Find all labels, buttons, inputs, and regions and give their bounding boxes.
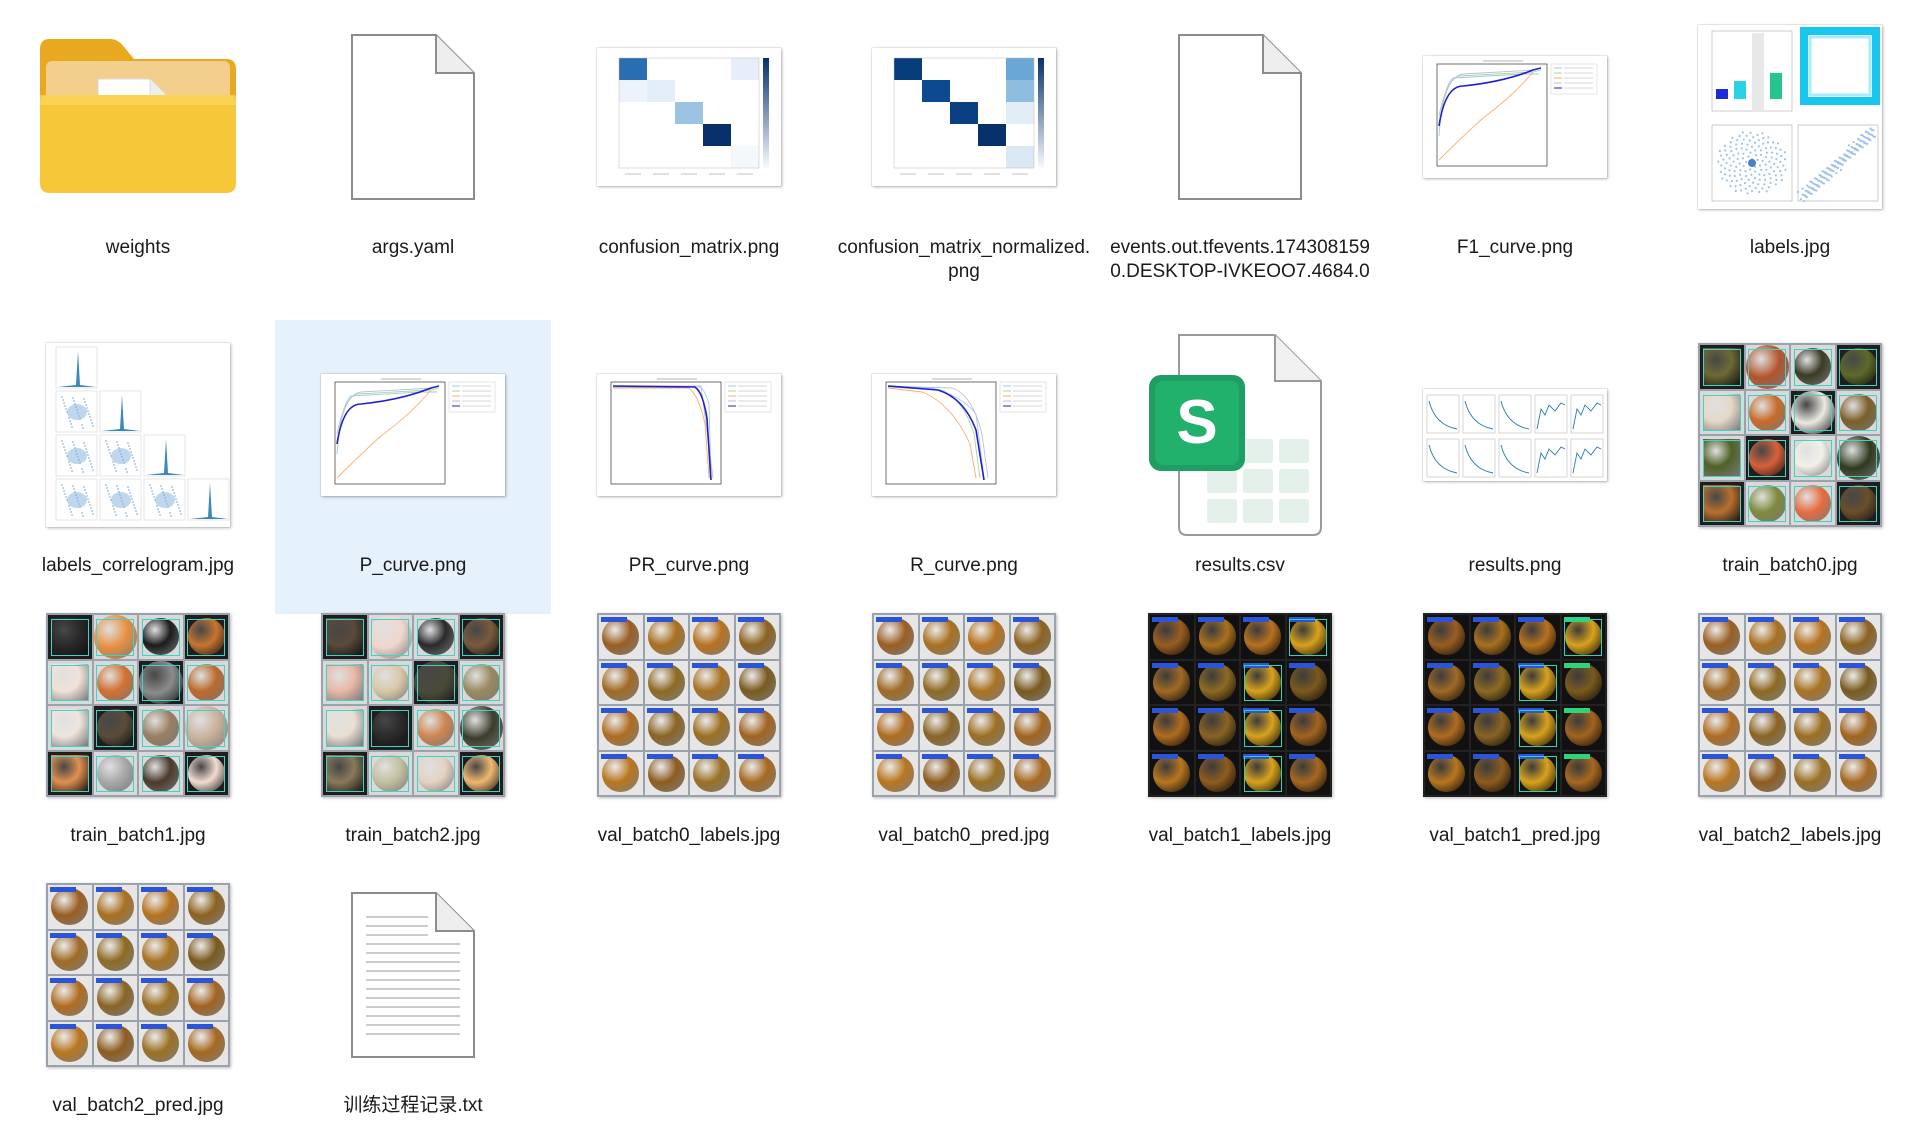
file-item[interactable]: labels_correlogram.jpg xyxy=(0,320,276,614)
file-item[interactable]: val_batch1_pred.jpg xyxy=(1377,590,1653,884)
file-item[interactable]: PR_curve.png xyxy=(551,320,827,614)
file-thumbnail xyxy=(1102,590,1378,820)
file-name-label: val_batch2_labels.jpg xyxy=(1698,825,1882,846)
file-item[interactable]: R_curve.png xyxy=(826,320,1102,614)
file-thumbnail xyxy=(551,590,827,820)
file-name-label: val_batch1_pred.jpg xyxy=(1429,825,1601,846)
file-thumbnail xyxy=(1652,320,1914,550)
file-thumbnail xyxy=(551,320,827,550)
file-thumbnail xyxy=(826,590,1102,820)
file-name-label: train_batch2.jpg xyxy=(345,825,481,846)
file-name-label: PR_curve.png xyxy=(628,555,750,576)
file-name-label: 训练过程记录.txt xyxy=(343,1095,483,1116)
file-name-label: labels.jpg xyxy=(1749,237,1831,258)
file-thumbnail xyxy=(551,2,827,232)
folder-icon xyxy=(32,31,244,203)
file-item[interactable]: P_curve.png xyxy=(275,320,551,614)
file-name-label: F1_curve.png xyxy=(1456,237,1574,258)
file-thumbnail xyxy=(826,2,1102,232)
file-item[interactable]: events.out.tfevents.1743081590.DESKTOP-I… xyxy=(1102,2,1378,296)
blank-file-icon xyxy=(348,31,478,203)
file-item[interactable]: args.yaml xyxy=(275,2,551,296)
file-item[interactable]: 训练过程记录.txt xyxy=(275,860,551,1140)
file-name-label: val_batch0_labels.jpg xyxy=(597,825,781,846)
file-item[interactable]: val_batch0_labels.jpg xyxy=(551,590,827,884)
file-thumbnail: S xyxy=(1102,320,1378,550)
file-item[interactable]: val_batch0_pred.jpg xyxy=(826,590,1102,884)
file-thumbnail xyxy=(826,320,1102,550)
file-thumbnail xyxy=(1377,320,1653,550)
file-name-label: results.png xyxy=(1468,555,1562,576)
text-file-icon xyxy=(348,889,478,1061)
file-name-label: R_curve.png xyxy=(910,555,1018,576)
file-name-label: val_batch0_pred.jpg xyxy=(878,825,1050,846)
file-item[interactable]: F1_curve.png xyxy=(1377,2,1653,296)
file-thumbnail xyxy=(275,590,551,820)
file-name-label: events.out.tfevents.1743081590.DESKTOP-I… xyxy=(1110,237,1370,282)
file-name-label: train_batch1.jpg xyxy=(70,825,206,846)
file-thumbnail xyxy=(275,2,551,232)
file-thumbnail xyxy=(1652,2,1914,232)
file-name-label: confusion_matrix.png xyxy=(598,237,780,258)
file-thumbnail xyxy=(0,860,276,1090)
file-item[interactable]: results.png xyxy=(1377,320,1653,614)
file-name-label: P_curve.png xyxy=(359,555,467,576)
file-thumbnail xyxy=(0,320,276,550)
file-item[interactable]: confusion_matrix_normalized.png xyxy=(826,2,1102,296)
file-item[interactable]: weights xyxy=(0,2,276,296)
file-thumbnail xyxy=(275,860,551,1090)
file-name-label: val_batch1_labels.jpg xyxy=(1148,825,1332,846)
file-thumbnail xyxy=(1377,590,1653,820)
file-explorer-view: weights args.yaml confusion_matrix.png conf… xyxy=(0,0,1914,1140)
file-item[interactable]: train_batch0.jpg xyxy=(1652,320,1914,614)
file-name-label: results.csv xyxy=(1195,555,1285,576)
file-item[interactable]: train_batch2.jpg xyxy=(275,590,551,884)
file-thumbnail xyxy=(1377,2,1653,232)
svg-text:S: S xyxy=(1176,388,1217,457)
file-name-label: args.yaml xyxy=(371,237,455,258)
file-item[interactable]: val_batch2_labels.jpg xyxy=(1652,590,1914,884)
file-thumbnail xyxy=(0,590,276,820)
file-item[interactable]: val_batch1_labels.jpg xyxy=(1102,590,1378,884)
file-name-label: train_batch0.jpg xyxy=(1722,555,1858,576)
blank-file-icon xyxy=(1175,31,1305,203)
file-item[interactable]: labels.jpg xyxy=(1652,2,1914,296)
file-name-label: labels_correlogram.jpg xyxy=(41,555,235,576)
file-item[interactable]: val_batch2_pred.jpg xyxy=(0,860,276,1140)
file-thumbnail xyxy=(1652,590,1914,820)
spreadsheet-icon: S xyxy=(1145,329,1335,541)
file-name-label: val_batch2_pred.jpg xyxy=(52,1095,224,1116)
file-item[interactable]: train_batch1.jpg xyxy=(0,590,276,884)
file-name-label: confusion_matrix_normalized.png xyxy=(837,237,1091,282)
file-thumbnail xyxy=(1102,2,1378,232)
file-item[interactable]: confusion_matrix.png xyxy=(551,2,827,296)
file-name-label: weights xyxy=(105,237,171,258)
file-thumbnail xyxy=(275,320,551,550)
file-thumbnail xyxy=(0,2,276,232)
file-item[interactable]: Sresults.csv xyxy=(1102,320,1378,614)
